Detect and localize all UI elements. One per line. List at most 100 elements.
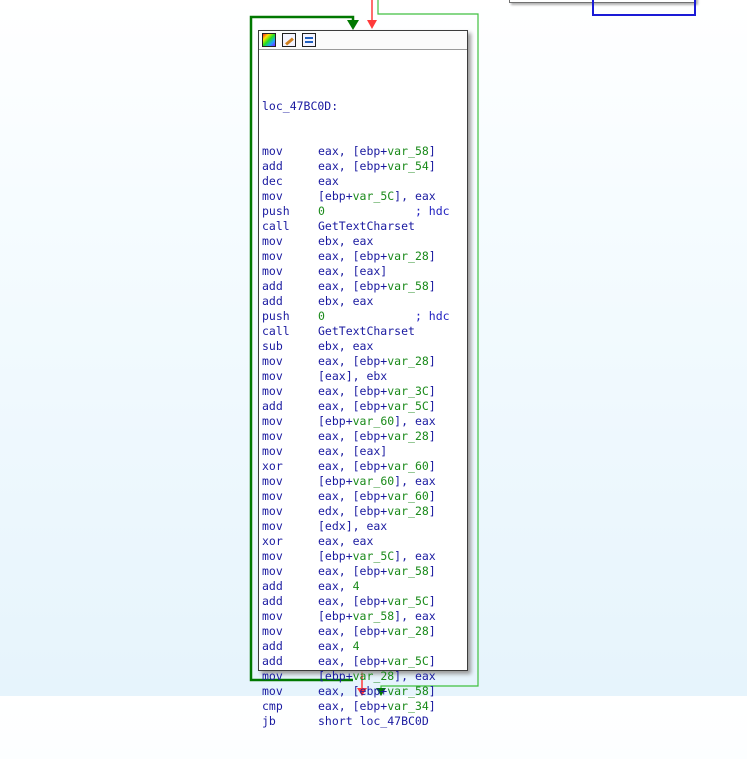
operand-var: var_5C [352, 549, 395, 563]
operand-var: var_34 [387, 699, 429, 713]
partial-node-top-right-selected[interactable] [592, 0, 696, 16]
instruction-line[interactable]: jb short loc_47BC0D [262, 714, 450, 729]
operand-op: eax, [318, 579, 353, 593]
instruction-line[interactable]: mov eax, [ebp+var_58] [262, 564, 450, 579]
instruction-mnemonic: mov [262, 549, 283, 563]
instruction-line[interactable]: sub ebx, eax [262, 339, 450, 354]
instruction-line[interactable]: mov ebx, eax [262, 234, 450, 249]
operand-op: [ebp+ [318, 609, 353, 623]
operand-op: ] [428, 384, 436, 398]
instruction-line[interactable]: mov eax, [ebp+var_28] [262, 429, 450, 444]
operand-num: 0 [318, 204, 325, 218]
instruction-line[interactable]: add eax, 4 [262, 579, 450, 594]
instruction-line[interactable]: mov [ebp+var_60], eax [262, 414, 450, 429]
operand-op: eax, [ebp+ [318, 594, 388, 608]
instruction-line[interactable]: cmp eax, [ebp+var_34] [262, 699, 450, 714]
instruction-mnemonic: add [262, 294, 283, 308]
color-palette-icon[interactable] [262, 33, 276, 47]
instruction-line[interactable]: mov eax, [ebp+var_28] [262, 354, 450, 369]
operand-op: ] [428, 354, 436, 368]
operand-num: 0 [318, 309, 325, 323]
instruction-mnemonic: mov [262, 234, 283, 248]
instruction-line[interactable]: add eax, [ebp+var_58] [262, 279, 450, 294]
instruction-mnemonic: mov [262, 249, 283, 263]
instruction-line[interactable]: mov eax, [eax] [262, 444, 450, 459]
operand-var: var_28 [387, 249, 429, 263]
edit-node-icon[interactable] [282, 33, 296, 47]
instruction-line[interactable]: mov eax, [eax] [262, 264, 450, 279]
instruction-line[interactable]: mov edx, [ebp+var_28] [262, 504, 450, 519]
instruction-line[interactable]: mov [ebp+var_5C], eax [262, 549, 450, 564]
instruction-line[interactable]: mov [ebp+var_5C], eax [262, 189, 450, 204]
graph-overview-icon[interactable] [302, 33, 316, 47]
instruction-line[interactable]: add eax, [ebp+var_5C] [262, 654, 450, 669]
instruction-mnemonic: push [262, 309, 290, 323]
instruction-line[interactable]: mov [ebp+var_60], eax [262, 474, 450, 489]
instruction-line[interactable]: mov [ebp+var_28], eax [262, 669, 450, 684]
location-label[interactable]: loc_47BC0D: [262, 99, 450, 114]
operand-op: ], eax [394, 474, 436, 488]
instruction-line[interactable]: xor eax, eax [262, 534, 450, 549]
operand-op: eax, [eax] [318, 444, 388, 458]
operand-var: var_5C [387, 399, 429, 413]
instruction-mnemonic: xor [262, 459, 283, 473]
instruction-mnemonic: mov [262, 624, 283, 638]
operand-op: [ebp+ [318, 669, 353, 683]
operand-op: ] [428, 144, 436, 158]
instruction-line[interactable]: add eax, [ebp+var_5C] [262, 399, 450, 414]
instruction-line[interactable]: mov eax, [ebp+var_58] [262, 684, 450, 699]
operand-var: var_58 [387, 564, 429, 578]
operand-op: ebx, eax [318, 339, 374, 353]
instruction-mnemonic: add [262, 279, 283, 293]
operand-op: eax, [ebp+ [318, 399, 388, 413]
instruction-line[interactable]: dec eax [262, 174, 450, 189]
instruction-line[interactable]: mov [edx], eax [262, 519, 450, 534]
instruction-mnemonic: mov [262, 189, 283, 203]
operand-op: [ebp+ [318, 414, 353, 428]
instruction-line[interactable]: mov eax, [ebp+var_3C] [262, 384, 450, 399]
instruction-line[interactable]: call GetTextCharset [262, 219, 450, 234]
instruction-line[interactable]: add eax, [ebp+var_54] [262, 159, 450, 174]
operand-op [325, 204, 415, 218]
operand-op: ], eax [394, 189, 436, 203]
instruction-line[interactable]: add ebx, eax [262, 294, 450, 309]
instruction-line[interactable]: push 0 ; hdc [262, 309, 450, 324]
operand-var: var_28 [387, 624, 429, 638]
operand-op: eax, [ebp+ [318, 384, 388, 398]
instruction-line[interactable]: mov eax, [ebp+var_58] [262, 144, 450, 159]
instruction-mnemonic: add [262, 579, 283, 593]
operand-op: eax, [eax] [318, 264, 388, 278]
operand-op: eax, [ebp+ [318, 249, 388, 263]
instruction-line[interactable]: mov eax, [ebp+var_60] [262, 489, 450, 504]
instruction-line[interactable]: mov [ebp+var_58], eax [262, 609, 450, 624]
operand-op: ] [428, 489, 436, 503]
operand-op: [ebp+ [318, 189, 353, 203]
instruction-mnemonic: mov [262, 384, 283, 398]
instruction-line[interactable]: call GetTextCharset [262, 324, 450, 339]
operand-var: var_54 [387, 159, 429, 173]
instruction-line[interactable]: mov eax, [ebp+var_28] [262, 624, 450, 639]
operand-var: var_28 [387, 429, 429, 443]
instruction-line[interactable]: push 0 ; hdc [262, 204, 450, 219]
instruction-line[interactable]: mov eax, [ebp+var_28] [262, 249, 450, 264]
operand-op: ] [428, 564, 436, 578]
code-block-node[interactable]: loc_47BC0D: mov eax, [ebp+var_58] add eax, … [258, 30, 468, 728]
instruction-line[interactable]: mov [eax], ebx [262, 369, 450, 384]
instruction-line[interactable]: add eax, [ebp+var_5C] [262, 594, 450, 609]
operand-op: [ebp+ [318, 474, 353, 488]
operand-op: eax, [ebp+ [318, 699, 388, 713]
instruction-mnemonic: mov [262, 474, 283, 488]
operand-op [325, 309, 415, 323]
operand-var: var_60 [352, 414, 395, 428]
instruction-line[interactable]: add eax, 4 [262, 639, 450, 654]
instruction-line[interactable]: xor eax, [ebp+var_60] [262, 459, 450, 474]
instruction-lines: mov eax, [ebp+var_58] add eax, [ebp+var_54]… [262, 144, 450, 729]
operand-var: var_5C [352, 189, 395, 203]
instruction-mnemonic: sub [262, 339, 283, 353]
instruction-mnemonic: add [262, 654, 283, 668]
operand-op: ] [428, 399, 436, 413]
operand-op: ] [428, 249, 436, 263]
instruction-mnemonic: mov [262, 609, 283, 623]
operand-op: ebx, eax [318, 294, 374, 308]
operand-op: ], eax [394, 414, 436, 428]
